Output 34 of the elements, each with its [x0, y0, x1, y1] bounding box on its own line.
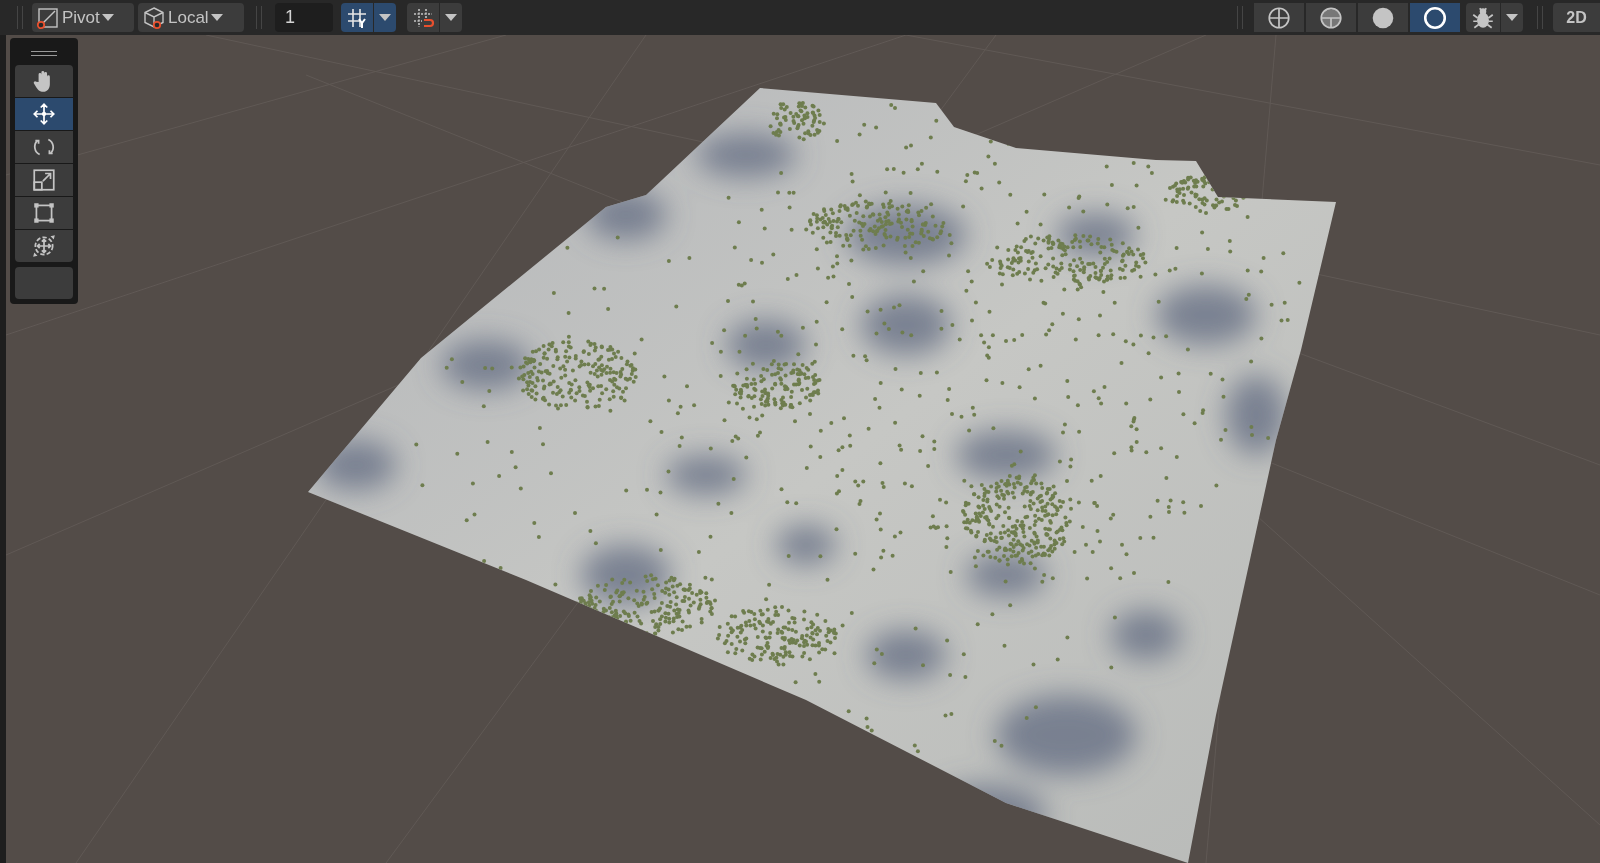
caret-icon — [445, 14, 457, 21]
increment-snap-button[interactable] — [407, 3, 439, 32]
shaded-mode-button[interactable] — [1358, 3, 1408, 32]
transform-tool-button[interactable] — [15, 230, 73, 262]
globe-icon — [1266, 4, 1292, 31]
2d-mode-button[interactable]: 2D — [1553, 3, 1600, 32]
rect-tool-icon — [31, 200, 57, 226]
gizmos-dropdown[interactable] — [1501, 3, 1523, 32]
wireframe-mode-button[interactable] — [1254, 3, 1304, 32]
shaded-wireframe-mode-button[interactable] — [1306, 3, 1356, 32]
drag-handle[interactable] — [31, 51, 57, 56]
cube-dropdown[interactable]: Local — [138, 3, 244, 32]
rect-tool-button[interactable] — [15, 197, 73, 229]
globe-icon — [1318, 4, 1344, 31]
pivot-dropdown[interactable]: Pivot — [32, 3, 134, 32]
gizmos-button[interactable] — [1466, 3, 1500, 32]
scale-icon — [31, 167, 57, 193]
pivot-icon — [36, 5, 60, 30]
snap-options-dropdown[interactable] — [374, 3, 396, 32]
rotate-tool-button[interactable] — [15, 131, 73, 163]
caret-icon — [101, 14, 114, 21]
scale-tool-button[interactable] — [15, 164, 73, 196]
snap-options-dropdown[interactable] — [440, 3, 462, 32]
grid-snap-button[interactable] — [341, 3, 373, 32]
lighting-mode-button[interactable] — [1410, 3, 1460, 32]
cube-icon — [142, 5, 166, 30]
hand-tool-button[interactable] — [15, 65, 73, 97]
move-arrows-icon — [31, 101, 57, 127]
move-tool-button[interactable] — [15, 98, 73, 130]
caret-icon — [210, 14, 223, 21]
caret-icon — [379, 14, 391, 21]
snap-value-field[interactable]: 1 — [275, 3, 333, 32]
caret-icon — [1506, 14, 1518, 21]
transform-icon — [31, 233, 57, 259]
